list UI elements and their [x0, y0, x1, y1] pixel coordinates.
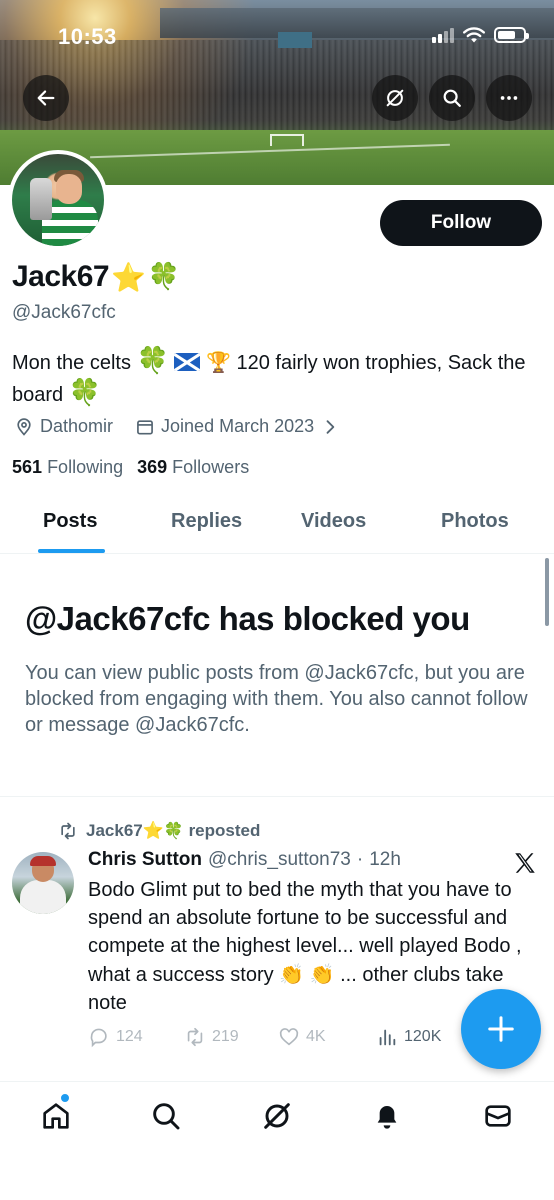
profile-tabs: Posts Replies Videos Photos: [0, 498, 554, 554]
post-text[interactable]: Bodo Glimt put to bed the myth that you …: [88, 876, 528, 1017]
like-count: 4K: [306, 1028, 326, 1045]
grok-icon: [264, 1103, 290, 1129]
profile-location: Dathomir: [40, 416, 114, 436]
battery-icon: [494, 27, 529, 43]
star-emoji: ⭐: [142, 821, 164, 841]
star-emoji: ⭐: [111, 260, 146, 294]
location-pin-icon: [17, 417, 31, 436]
grok-icon: [386, 89, 404, 107]
grok-button[interactable]: [372, 75, 418, 121]
compose-button[interactable]: [461, 989, 541, 1069]
reply-count: 124: [116, 1028, 143, 1045]
more-button[interactable]: [486, 75, 532, 121]
post-author-handle[interactable]: @chris_sutton73: [208, 849, 351, 871]
scrollbar[interactable]: [545, 558, 549, 626]
blocked-body: You can view public posts from @Jack67cf…: [25, 662, 528, 736]
profile-bio: Mon the celts 🍀 🏆 120 fairly won trophie…: [12, 346, 532, 410]
post-author-name[interactable]: Chris Sutton: [88, 849, 202, 871]
nav-grok[interactable]: [259, 1098, 295, 1134]
like-button[interactable]: 4K: [278, 1026, 326, 1048]
follow-counts: 561 Following 369 Followers: [12, 457, 249, 478]
banner-goal: [270, 134, 304, 146]
views-icon: [379, 1029, 396, 1046]
repost-button[interactable]: 219: [184, 1026, 239, 1048]
repost-count: 219: [212, 1028, 239, 1045]
scotland-flag-icon: [174, 353, 201, 371]
clover-emoji: 🍀: [163, 821, 184, 840]
plus-icon: [488, 1016, 514, 1042]
signal-icon: [432, 27, 454, 43]
clover-emoji: 🍀: [147, 262, 180, 292]
blocked-title: @Jack67cfc has blocked you: [25, 600, 470, 637]
following-label: Following: [47, 457, 124, 477]
avatar[interactable]: [8, 150, 108, 250]
profile-joined[interactable]: Joined March 2023: [161, 416, 314, 437]
mail-icon: [485, 1105, 511, 1127]
tab-posts[interactable]: Posts: [43, 510, 97, 533]
search-icon: [443, 89, 461, 107]
nav-notifications[interactable]: [369, 1098, 405, 1134]
nav-search[interactable]: [148, 1098, 184, 1134]
clap-emoji: 👏: [279, 962, 305, 986]
clover-emoji: 🍀: [136, 346, 169, 376]
bio-text: Mon the celts: [12, 352, 137, 374]
search-icon: [153, 1103, 180, 1130]
search-button[interactable]: [429, 75, 475, 121]
repost-suffix: reposted: [188, 821, 261, 840]
banner-stadium-screen: [278, 32, 312, 48]
tab-videos[interactable]: Videos: [301, 510, 366, 533]
bell-icon: [377, 1106, 397, 1129]
display-name-text: Jack67: [12, 260, 110, 293]
status-time: 10:53: [58, 24, 117, 49]
arrow-left-icon: [37, 90, 55, 106]
tab-photos[interactable]: Photos: [441, 510, 509, 533]
divider: [0, 796, 554, 797]
reply-button[interactable]: 124: [88, 1026, 143, 1048]
calendar-icon: [137, 419, 153, 434]
followers-count: 369: [137, 457, 168, 477]
repost-indicator[interactable]: Jack67⭐🍀 reposted: [58, 821, 260, 841]
view-count: 120K: [404, 1028, 442, 1045]
post-author-avatar[interactable]: [12, 852, 74, 914]
post-time: 12h: [369, 849, 401, 870]
followers-label: Followers: [172, 457, 250, 477]
views-button[interactable]: 120K: [376, 1026, 441, 1048]
trophy-emoji: 🏆: [206, 350, 231, 374]
follow-button[interactable]: Follow: [380, 200, 542, 246]
tab-replies[interactable]: Replies: [171, 510, 242, 533]
display-name: Jack67 ⭐ 🍀: [12, 260, 180, 294]
home-icon: [43, 1103, 69, 1129]
clap-emoji: 👏: [309, 962, 335, 986]
post-header: Chris Sutton @chris_sutton73 · 12h: [88, 849, 401, 871]
profile-meta: Dathomir Joined March 2023: [14, 416, 340, 437]
chevron-right-icon[interactable]: [320, 417, 340, 437]
profile-handle: @Jack67cfc: [12, 302, 116, 323]
repost-by: Jack67: [86, 821, 143, 840]
following-count: 561: [12, 457, 43, 477]
active-tab-indicator: [38, 549, 105, 553]
x-logo-icon: [515, 853, 535, 873]
status-icons: [432, 26, 529, 44]
nav-home[interactable]: [38, 1098, 74, 1134]
repost-icon: [187, 1027, 203, 1047]
bottom-nav: [0, 1081, 554, 1200]
following-link[interactable]: 561 Following: [12, 457, 123, 478]
followers-link[interactable]: 369 Followers: [137, 457, 249, 478]
heart-icon: [279, 1028, 299, 1046]
wifi-icon: [463, 27, 485, 43]
reply-icon: [90, 1028, 107, 1048]
clover-emoji: 🍀: [68, 378, 102, 408]
post-separator: ·: [356, 849, 364, 870]
home-notification-dot: [60, 1093, 70, 1103]
repost-icon: [61, 822, 75, 840]
back-button[interactable]: [23, 75, 69, 121]
more-icon: [500, 96, 518, 100]
nav-messages[interactable]: [480, 1098, 516, 1134]
